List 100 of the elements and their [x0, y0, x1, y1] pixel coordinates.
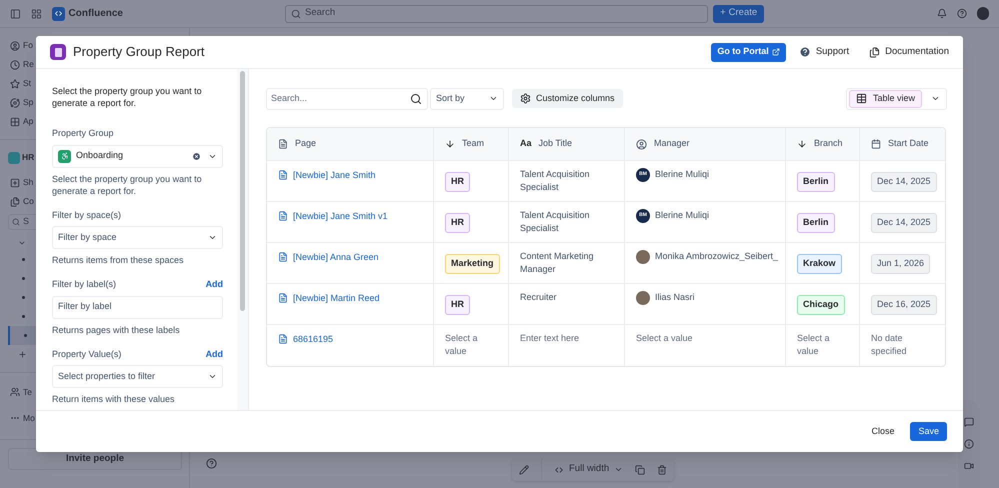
page-link[interactable]: 68616195 — [293, 333, 334, 346]
star-icon[interactable] — [10, 78, 20, 88]
chevron-icon — [614, 465, 624, 474]
app-logo-icon — [50, 44, 66, 60]
logo-icon — [52, 6, 65, 20]
search-icon — [12, 218, 20, 226]
pages-icon[interactable] — [10, 196, 20, 206]
select-field[interactable]: Select properties to filter — [52, 365, 224, 388]
customize-columns-button[interactable]: Customize columns — [512, 89, 623, 108]
page-link[interactable]: [Newbie] Jane Smith — [293, 169, 376, 182]
page-link[interactable]: [Newbie] Anna Green — [293, 251, 379, 264]
add-page-icon[interactable] — [10, 178, 20, 188]
nav-item[interactable]: Ap — [23, 115, 34, 128]
column-header[interactable]: Branch — [785, 128, 859, 160]
space-name[interactable]: HR — [22, 151, 34, 164]
date-chip: Dec 14, 2025 — [871, 213, 937, 232]
placeholder-text[interactable]: No date specified — [871, 332, 935, 358]
manager-name: Ilias Nasri — [655, 291, 695, 304]
save-button[interactable]: Save — [910, 422, 947, 441]
placeholder-text[interactable]: Enter text here — [520, 332, 613, 345]
clear-icon[interactable] — [192, 152, 202, 160]
width-button[interactable]: Full width — [554, 462, 624, 477]
job-title: Talent Acquisition Specialist — [520, 168, 591, 194]
nav-item[interactable]: Sh — [23, 176, 34, 189]
add-icon[interactable] — [18, 350, 27, 359]
field-label: Property Value(s) — [52, 348, 122, 361]
nav-item[interactable]: Co — [23, 195, 34, 208]
page-icon — [278, 334, 288, 344]
info-icon[interactable] — [964, 439, 974, 449]
calendar-icon — [871, 139, 881, 149]
search-field[interactable]: Search — [285, 4, 708, 22]
sidebar-toggle-icon[interactable] — [10, 8, 21, 20]
width-arrows-icon — [554, 464, 564, 474]
input-field[interactable]: Filter by label — [52, 296, 224, 318]
nav-item[interactable]: Mo — [23, 412, 35, 424]
notifications-icon[interactable] — [937, 8, 948, 19]
search-placeholder: S — [23, 215, 30, 228]
table-icon — [856, 93, 867, 104]
select-field[interactable]: Onboarding — [52, 144, 224, 168]
search-placeholder: Search — [305, 6, 336, 20]
tag: HR — [445, 295, 470, 314]
portal-button[interactable]: Go to Portal — [711, 42, 786, 62]
search-icon — [291, 8, 301, 18]
placeholder-text[interactable]: Select a value — [636, 332, 774, 345]
tag: Marketing — [445, 254, 500, 274]
tag: Berlin — [797, 213, 835, 232]
teams-icon[interactable] — [10, 387, 20, 397]
page-link[interactable]: [Newbie] Martin Reed — [293, 292, 380, 306]
search-icon[interactable] — [410, 92, 422, 104]
help-icon[interactable] — [957, 8, 968, 19]
clock-icon[interactable] — [10, 60, 20, 70]
arrow-down-icon — [797, 139, 807, 149]
page-link[interactable]: [Newbie] Jane Smith v1 — [293, 210, 388, 224]
copy-icon[interactable] — [635, 464, 646, 474]
documents-icon — [869, 46, 880, 58]
video-icon[interactable] — [964, 461, 974, 471]
edit-icon[interactable] — [519, 464, 529, 474]
nav-item[interactable]: St — [23, 77, 32, 90]
chevron-icon[interactable] — [931, 94, 940, 103]
create-button[interactable]: + Create — [713, 4, 764, 22]
column-header[interactable]: Start Date — [859, 128, 945, 160]
manager-name: Blerine Muliqi — [655, 168, 710, 182]
help-icon[interactable] — [206, 458, 217, 469]
sort-select[interactable]: Sort by — [430, 88, 504, 110]
orbit-icon[interactable] — [10, 98, 20, 108]
placeholder-text[interactable]: Select a value — [797, 332, 848, 358]
report-search-field[interactable]: Search... — [266, 88, 428, 110]
tag: Krakow — [797, 254, 842, 274]
product-name: Confluence — [68, 7, 123, 21]
avatar[interactable] — [977, 7, 989, 20]
column-header[interactable]: Team — [433, 128, 508, 160]
nav-item[interactable]: Fo — [23, 39, 33, 52]
close-button[interactable]: Close — [869, 424, 896, 438]
delete-icon[interactable] — [657, 464, 668, 474]
comment-icon[interactable] — [964, 417, 974, 427]
chevron-icon — [489, 94, 498, 103]
nav-item[interactable]: Te — [23, 386, 32, 398]
select-field[interactable]: Filter by space — [52, 226, 224, 249]
support-link[interactable]: Support — [798, 44, 850, 60]
person-icon[interactable] — [10, 40, 20, 50]
app-switcher-icon[interactable] — [30, 8, 42, 20]
scrollbar[interactable] — [237, 69, 248, 410]
field-label: Property Group — [52, 127, 114, 140]
intro-text: Select the property group you want to generate a report for. — [52, 85, 203, 109]
tree-item[interactable] — [8, 326, 38, 345]
placeholder-text[interactable]: Select a value — [445, 332, 497, 358]
add-link[interactable]: Add — [206, 278, 224, 292]
manager-name: Blerine Muliqi — [655, 209, 710, 222]
add-link[interactable]: Add — [206, 348, 224, 361]
column-header[interactable]: Page — [267, 128, 433, 160]
documentation-link[interactable]: Documentation — [869, 44, 949, 60]
column-header[interactable]: Manager — [624, 128, 785, 160]
nav-item[interactable]: Re — [23, 58, 34, 71]
external-link-icon — [772, 48, 780, 56]
table-view-button[interactable]: Table view — [848, 90, 922, 108]
column-header[interactable]: Aa Job Title — [508, 128, 624, 160]
apps-icon[interactable] — [10, 116, 20, 126]
nav-item[interactable]: Sp — [23, 96, 34, 109]
tag: HR — [445, 213, 470, 232]
help-text: Select the property group you want to generate a report for. — [52, 172, 203, 196]
